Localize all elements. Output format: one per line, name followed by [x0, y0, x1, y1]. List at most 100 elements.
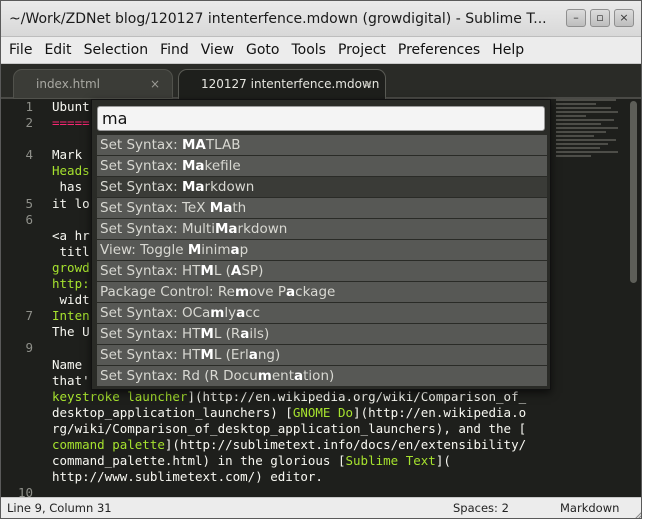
match-highlight: M — [200, 326, 214, 342]
code-line: command_palette.html) in the glorious [S… — [52, 453, 572, 469]
menu-project[interactable]: Project — [332, 42, 392, 58]
match-highlight: MA — [181, 137, 206, 153]
close-window-button[interactable]: × — [614, 9, 634, 27]
item-text: ove P — [249, 284, 287, 300]
match-highlight: Ma — [209, 200, 233, 216]
code-line: desktop_application_launchers) [GNOME Do… — [52, 405, 572, 421]
command-palette-item[interactable]: Set Syntax: Rd (R Documentation) — [97, 366, 547, 386]
item-text: ent — [271, 368, 295, 384]
code-segment: has — [52, 179, 90, 195]
tab-close-icon[interactable]: × — [363, 70, 373, 98]
command-palette-item[interactable]: Set Syntax: HTML (ASP) — [97, 261, 547, 281]
vertical-scrollbar[interactable] — [628, 99, 639, 497]
item-text: rkdown — [204, 179, 255, 195]
command-palette-item[interactable]: Set Syntax: Makefile — [97, 156, 547, 176]
item-text: inim — [201, 242, 231, 258]
tab-intenterfence-mdown[interactable]: 120127 intenterfence.mdown × — [178, 69, 386, 99]
item-text: ng) — [257, 347, 281, 363]
indentation-setting[interactable]: Spaces: 2 — [453, 498, 509, 518]
menu-view[interactable]: View — [195, 42, 240, 58]
cursor-position: Line 9, Column 31 — [7, 501, 112, 515]
item-text: L (Erl — [213, 347, 249, 363]
scrollbar-thumb[interactable] — [630, 101, 637, 283]
maximize-button[interactable]: ▫ — [590, 9, 610, 27]
code-segment: command_palette.html) in the glorious [ — [52, 453, 346, 469]
menu-help[interactable]: Help — [486, 42, 530, 58]
line-number — [1, 437, 45, 453]
minimap[interactable] — [556, 99, 622, 169]
code-segment: command palette — [52, 436, 165, 452]
line-number — [1, 357, 45, 373]
match-highlight: Ma — [181, 158, 205, 174]
menu-goto[interactable]: Goto — [240, 42, 285, 58]
menu-edit[interactable]: Edit — [38, 42, 77, 58]
command-palette-item[interactable]: Set Syntax: Markdown — [97, 177, 547, 197]
resize-grip-icon[interactable] — [634, 511, 642, 519]
code-segment: that' — [52, 372, 90, 388]
window-title: ~/Work/ZDNet blog/120127 intenterfence.m… — [9, 11, 547, 27]
item-text: Set Syntax: HT — [100, 263, 201, 279]
line-number — [1, 421, 45, 437]
menu-file[interactable]: File — [3, 42, 38, 58]
match-highlight: a — [248, 347, 258, 363]
code-segment: Heads — [52, 163, 90, 179]
line-number — [1, 324, 45, 340]
line-number — [1, 453, 45, 469]
line-number — [1, 260, 45, 276]
item-text: cc — [245, 305, 261, 321]
tab-label: 120127 intenterfence.mdown — [201, 77, 380, 91]
line-number: 9 — [25, 340, 33, 356]
command-palette-item[interactable]: Set Syntax: MultiMarkdown — [97, 219, 547, 239]
match-highlight: a — [294, 368, 304, 384]
command-palette: ma Set Syntax: MATLAB Set Syntax: Makefil… — [91, 99, 551, 390]
tab-close-icon[interactable]: × — [150, 70, 160, 98]
line-number — [1, 389, 45, 405]
syntax-mode[interactable]: Markdown — [560, 498, 619, 518]
tab-label: index.html — [36, 77, 100, 91]
code-segment: ](http://en.wikipedia.o — [353, 404, 527, 420]
menu-tools[interactable]: Tools — [285, 42, 332, 58]
title-bar[interactable]: ~/Work/ZDNet blog/120127 intenterfence.m… — [1, 1, 641, 37]
command-palette-item[interactable]: Set Syntax: MATLAB — [97, 135, 547, 155]
line-number-gutter: 1 2 4 5 6 7 9 10 — [1, 99, 45, 497]
item-text: Set Syntax: — [100, 179, 182, 195]
item-text: Set Syntax: OCa — [100, 305, 211, 321]
match-highlight: A — [230, 263, 242, 279]
item-text: Set Syntax: — [100, 137, 182, 153]
code-segment: Inten — [52, 308, 90, 324]
match-highlight: a — [286, 284, 296, 300]
minimize-button[interactable]: – — [566, 9, 586, 27]
match-highlight: M — [200, 263, 214, 279]
item-text: p — [239, 242, 249, 258]
tab-index-html[interactable]: index.html × — [13, 69, 173, 99]
command-palette-item[interactable]: Set Syntax: OCamlyacc — [97, 303, 547, 323]
line-number — [1, 228, 45, 244]
item-text: Set Syntax: HT — [100, 347, 201, 363]
menu-preferences[interactable]: Preferences — [392, 42, 486, 58]
code-segment: desktop_application_launchers) [ — [52, 404, 293, 420]
item-text: TLAB — [205, 137, 241, 153]
line-number — [1, 405, 45, 421]
line-number: 2 — [25, 115, 33, 131]
item-text: SP) — [241, 263, 264, 279]
code-segment: titl — [52, 243, 90, 259]
command-palette-item[interactable]: Set Syntax: TeX Math — [97, 198, 547, 218]
menu-selection[interactable]: Selection — [78, 42, 155, 58]
command-palette-item[interactable]: Set Syntax: HTML (Erlang) — [97, 345, 547, 365]
code-segment: <a hr — [52, 227, 90, 243]
command-palette-input[interactable]: ma — [97, 106, 545, 131]
command-palette-item[interactable]: View: Toggle Minimap — [97, 240, 547, 260]
match-highlight: a — [236, 305, 246, 321]
line-number — [1, 131, 45, 147]
code-segment: GNOME Do — [292, 404, 354, 420]
code-segment: The U — [52, 324, 90, 340]
command-palette-item[interactable]: Set Syntax: HTML (Rails) — [97, 324, 547, 344]
code-segment: Ubunt — [52, 99, 90, 114]
command-palette-list: Set Syntax: MATLAB Set Syntax: Makefile Se… — [97, 135, 547, 387]
tab-bar: index.html × 120127 intenterfence.mdown … — [1, 64, 641, 99]
item-text: rkdown — [237, 221, 288, 237]
command-palette-item[interactable]: Package Control: Remove Package — [97, 282, 547, 302]
code-line: rg/wiki/Comparison_of_desktop_applicatio… — [52, 421, 572, 437]
menu-find[interactable]: Find — [154, 42, 195, 58]
item-text: kefile — [204, 158, 241, 174]
